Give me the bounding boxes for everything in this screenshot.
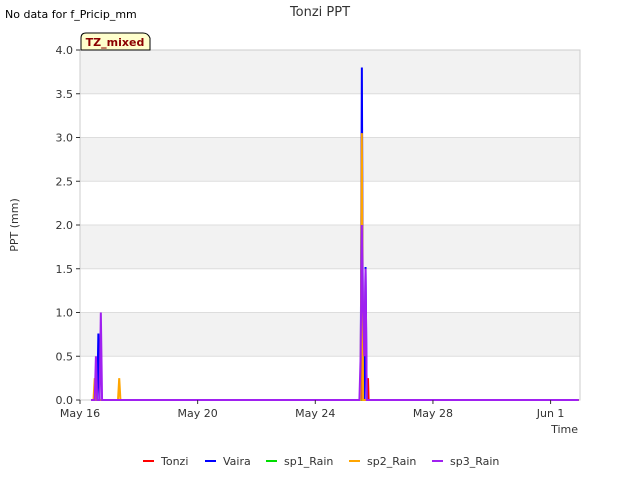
plot-background-bands [80,50,580,357]
y-axis-title: PPT (mm) [8,198,21,252]
y-tick-label: 2.5 [56,175,74,188]
legend-label-sp1-rain: sp1_Rain [284,455,333,468]
background-band [80,50,580,94]
legend-label-vaira: Vaira [223,455,251,468]
x-tick-label: May 28 [413,407,453,420]
y-tick-label: 0.5 [56,350,74,363]
y-tick-label: 0.0 [56,394,74,407]
x-tick-label: May 16 [60,407,100,420]
badge-label: TZ_mixed [86,36,145,49]
background-band [80,225,580,269]
x-tick-label: May 24 [295,407,335,420]
y-tick-label: 2.0 [56,219,74,232]
chart-title: Tonzi PPT [289,5,350,20]
legend: Tonzi Vaira sp1_Rain sp2_Rain sp3_Rain [143,455,499,468]
y-tick-label: 1.5 [56,263,74,276]
y-tick-label: 4.0 [56,44,74,57]
x-tick-label: Jun 1 [536,407,565,420]
legend-label-sp3-rain: sp3_Rain [450,455,499,468]
y-tick-label: 3.5 [56,88,74,101]
x-tick-label: May 20 [178,407,218,420]
x-axis-title: Time [550,423,578,436]
legend-label-sp2-rain: sp2_Rain [367,455,416,468]
background-band [80,137,580,182]
precipitation-chart: 0.0 0.5 1.0 1.5 2.0 2.5 3.0 3.5 4.0 May 16 May 20… [8,5,581,468]
y-tick-label: 3.0 [56,132,74,145]
x-axis-ticks: May 16 May 20 May 24 May 28 Jun 1 [60,400,565,420]
legend-label-tonzi: Tonzi [160,455,188,468]
y-tick-label: 1.0 [56,307,74,320]
tz-mixed-badge: TZ_mixed [80,32,151,51]
y-axis-ticks: 0.0 0.5 1.0 1.5 2.0 2.5 3.0 3.5 4.0 [56,44,80,407]
background-band [80,312,580,357]
